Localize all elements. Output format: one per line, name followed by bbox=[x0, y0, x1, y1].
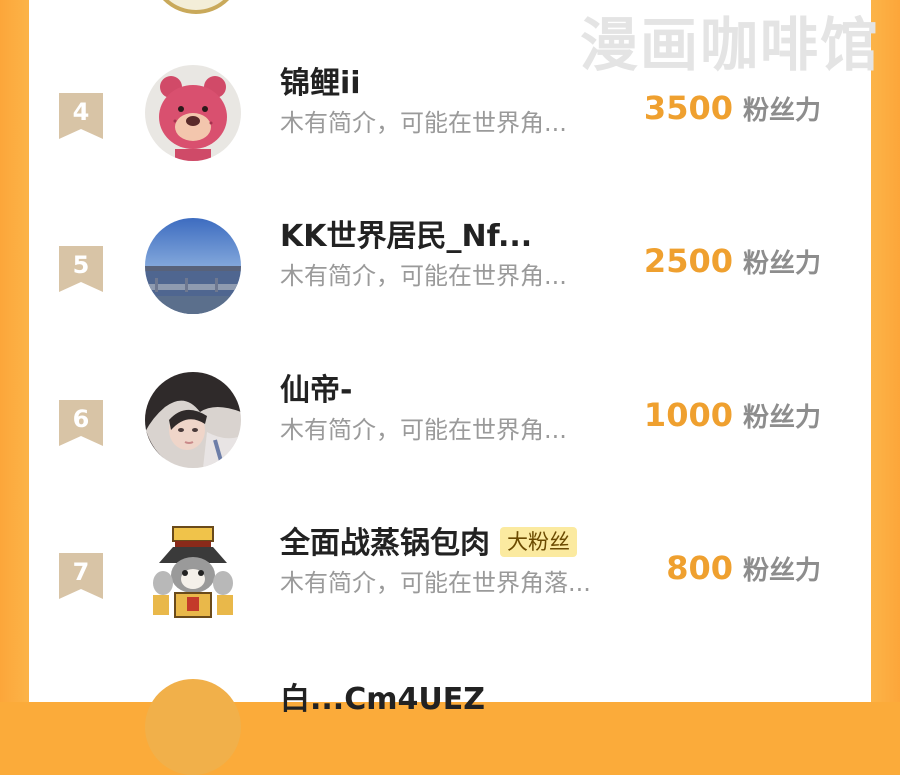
rank-number: 6 bbox=[72, 405, 90, 433]
user-description: 木有简介，可能在世界角落... bbox=[280, 569, 591, 597]
girl-photo-avatar[interactable] bbox=[145, 372, 241, 468]
rank-number: 5 bbox=[72, 251, 90, 279]
user-name-text: 锦鲤ii bbox=[280, 66, 361, 101]
user-name-text: 仙帝- bbox=[280, 373, 353, 408]
big-fan-tag: 大粉丝 bbox=[500, 526, 577, 557]
rank-badge: 4 bbox=[59, 93, 103, 139]
fan-power-score: 1000 粉丝力 bbox=[644, 395, 821, 441]
user-description: 木有简介，可能在世界角... bbox=[280, 416, 567, 444]
fan-power-score: 2500 粉丝力 bbox=[644, 241, 821, 287]
user-name-text: KK世界居民_Nf... bbox=[280, 219, 533, 254]
rank-badge: 6 bbox=[59, 400, 103, 446]
user-name[interactable]: 仙帝- bbox=[280, 373, 352, 409]
score-unit: 粉丝力 bbox=[742, 249, 821, 279]
fan-power-score: 800 粉丝力 bbox=[666, 548, 821, 594]
strawberry-bear-avatar[interactable] bbox=[145, 65, 241, 161]
rank-number: 7 bbox=[72, 558, 90, 586]
user-description: 木有简介，可能在世界角... bbox=[280, 109, 567, 137]
user-name-text: 全面战蒸锅包肉 bbox=[280, 526, 490, 561]
user-name[interactable]: 锦鲤ii bbox=[280, 66, 361, 102]
score-number: 2500 bbox=[643, 242, 733, 280]
ranking-row[interactable]: 7 全面战蒸锅包肉 大粉丝 木有简介，可能在世界角落... 800 粉丝力 bbox=[29, 525, 871, 646]
rank-number: 4 bbox=[72, 98, 90, 126]
ranking-row[interactable]: 5 KK世界居民_Nf... 木有简介，可能在世界角... 2500 粉丝力 bbox=[29, 218, 871, 339]
partial-row-avatar[interactable] bbox=[145, 679, 241, 775]
score-number: 1000 bbox=[643, 396, 733, 434]
score-number: 800 bbox=[666, 549, 733, 587]
score-unit: 粉丝力 bbox=[742, 403, 821, 433]
sky-water-avatar[interactable] bbox=[145, 218, 241, 314]
ranking-row[interactable]: 6 仙帝- 木有简介，可能在世界角... 1000 粉丝力 bbox=[29, 372, 871, 493]
user-name[interactable]: 白...Cm4UEZ bbox=[280, 682, 485, 718]
ranking-row-partial[interactable]: 白...Cm4UEZ bbox=[29, 676, 871, 775]
score-unit: 粉丝力 bbox=[742, 96, 821, 126]
fan-power-score: 3500 粉丝力 bbox=[644, 88, 821, 134]
rank-badge: 5 bbox=[59, 246, 103, 292]
score-number: 3500 bbox=[643, 89, 733, 127]
user-name[interactable]: 全面战蒸锅包肉 大粉丝 bbox=[280, 526, 577, 562]
cartoon-warrior-avatar[interactable] bbox=[145, 525, 241, 621]
user-description: 木有简介，可能在世界角... bbox=[280, 262, 567, 290]
score-unit: 粉丝力 bbox=[742, 556, 821, 586]
ranking-row[interactable]: 4 锦鲤ii 木有简介，可能在世界角... 3500 粉丝力 bbox=[29, 65, 871, 186]
rank-badge: 7 bbox=[59, 553, 103, 599]
user-name[interactable]: KK世界居民_Nf... bbox=[280, 219, 532, 255]
